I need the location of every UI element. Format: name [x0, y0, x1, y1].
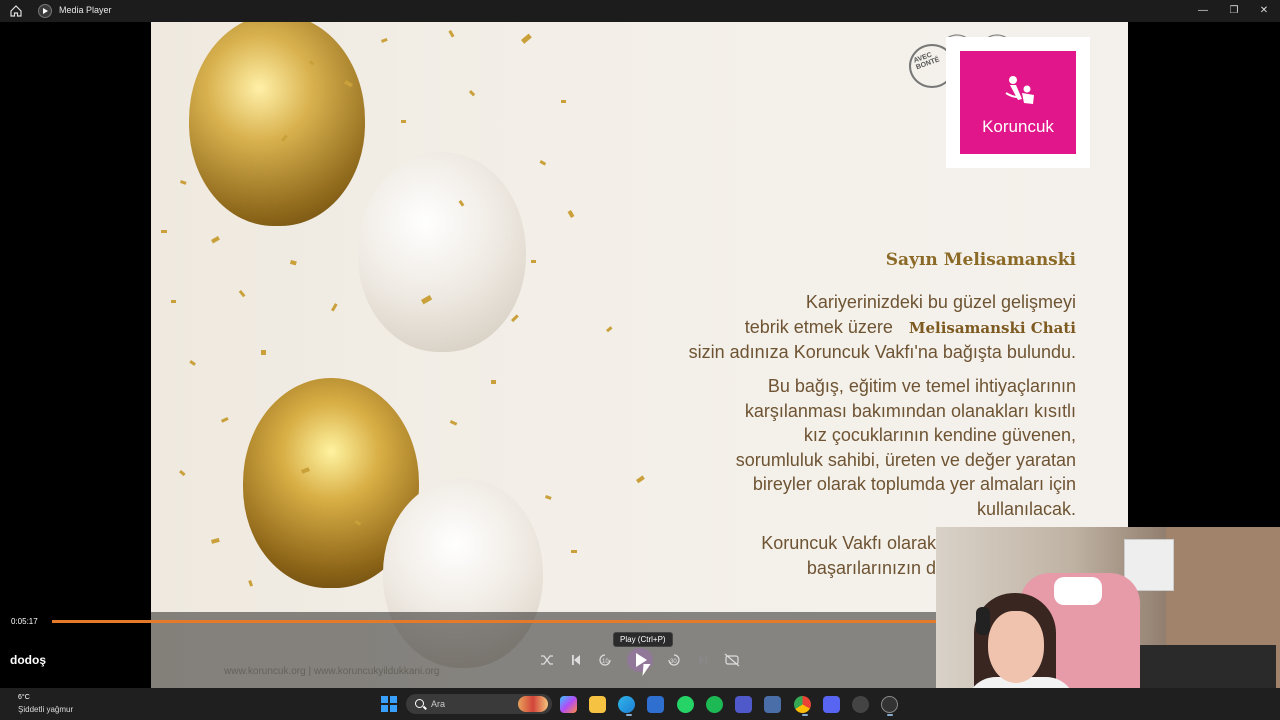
letter-line: Bu bağış, eğitim ve temel ihtiyaçlarının	[767, 376, 1076, 396]
seek-bar-progress	[52, 620, 942, 623]
rewind-seconds: 10	[602, 659, 609, 665]
previous-icon[interactable]	[567, 652, 585, 668]
headphones-icon	[976, 607, 990, 635]
letter-line: tebrik etmek üzere Melisamanski Chati	[689, 315, 1076, 341]
search-highlight-image	[518, 696, 548, 712]
maximize-button[interactable]: ❐	[1219, 0, 1249, 22]
forward-seconds: 30	[670, 659, 677, 665]
title-bar: Media Player — ❐ ✕	[0, 0, 1280, 22]
letter-text: tebrik etmek üzere	[744, 316, 893, 337]
search-placeholder: Ara	[431, 699, 446, 709]
letter-line: Kariyerinizdeki bu güzel gelişmeyi	[805, 292, 1076, 312]
minimize-button[interactable]: —	[1188, 0, 1218, 22]
stamp-face: Koruncuk	[960, 51, 1076, 154]
active-indicator	[626, 714, 632, 716]
letter-line: Koruncuk Vakfı olarak	[761, 533, 936, 553]
home-icon[interactable]	[9, 4, 23, 18]
webcam-chair-headrest	[1054, 577, 1102, 605]
media-title: dodoş	[10, 653, 46, 667]
edge-icon[interactable]	[618, 696, 635, 713]
letter-line: kullanılacak.	[976, 498, 1076, 519]
chrome-icon[interactable]	[794, 696, 811, 713]
confetti-decoration	[161, 29, 645, 587]
media-player-app-icon	[38, 4, 52, 18]
donor-name: Melisamanski Chati	[908, 318, 1076, 337]
letter-line: sorumluluk sahibi, üreten ve değer yarat…	[735, 449, 1076, 470]
letter-line: karşılanması bakımından olanakları kısıt…	[744, 400, 1076, 421]
media-player-taskbar-icon[interactable]	[881, 696, 898, 713]
letter-greeting: Sayın Melisamanski	[885, 250, 1076, 270]
letter-line: bireyler olarak toplumda yer almaları iç…	[752, 474, 1076, 494]
letter-line: başarılarınızın d	[806, 557, 936, 578]
shuffle-icon[interactable]	[538, 652, 556, 668]
rewind-10-icon[interactable]: 10	[596, 652, 614, 668]
file-explorer-icon[interactable]	[589, 696, 606, 713]
letter-line: sizin adınıza Koruncuk Vakfı'na bağışta …	[688, 342, 1076, 362]
active-indicator	[802, 714, 808, 716]
taskbar-search[interactable]: Ara	[406, 694, 552, 714]
forward-30-icon[interactable]: 30	[665, 652, 683, 668]
letter-line: kız çocuklarının kendine güvenen,	[803, 425, 1076, 445]
teams-icon[interactable]	[735, 696, 752, 713]
mouse-cursor	[642, 664, 651, 676]
weather-description[interactable]: Şiddetli yağmur	[18, 705, 73, 714]
play-tooltip: Play (Ctrl+P)	[613, 632, 673, 647]
start-button[interactable]	[381, 696, 397, 712]
next-icon[interactable]	[694, 652, 712, 668]
weather-temperature[interactable]: 6°C	[18, 694, 30, 701]
copilot-icon[interactable]	[560, 696, 577, 713]
letter-paragraph-3: Koruncuk Vakfı olarak başarılarınızın d	[761, 531, 936, 580]
elapsed-time: 0:05:17	[11, 617, 38, 626]
close-button[interactable]: ✕	[1249, 0, 1279, 22]
koruncuk-logo-icon	[1005, 76, 1034, 104]
letter-paragraph-1: Kariyerinizdeki bu güzel gelişmeyi tebri…	[689, 290, 1076, 365]
spotify-icon[interactable]	[706, 696, 723, 713]
whatsapp-icon[interactable]	[677, 696, 694, 713]
discord-icon[interactable]	[823, 696, 840, 713]
vpn-icon[interactable]	[764, 696, 781, 713]
store-icon[interactable]	[647, 696, 664, 713]
postmark-text: AVEC BONTÉ	[912, 51, 941, 72]
koruncuk-stamp: Koruncuk	[949, 40, 1087, 165]
search-icon	[415, 699, 424, 708]
letter-paragraph-2: Bu bağış, eğitim ve temel ihtiyaçlarının…	[736, 374, 1076, 521]
obs-icon[interactable]	[852, 696, 869, 713]
active-indicator	[887, 714, 893, 716]
stamp-label: Koruncuk	[982, 117, 1054, 136]
taskbar	[0, 688, 1280, 720]
repeat-off-icon[interactable]	[723, 652, 741, 668]
webcam-person-face	[988, 611, 1044, 683]
window-title: Media Player	[59, 5, 112, 15]
